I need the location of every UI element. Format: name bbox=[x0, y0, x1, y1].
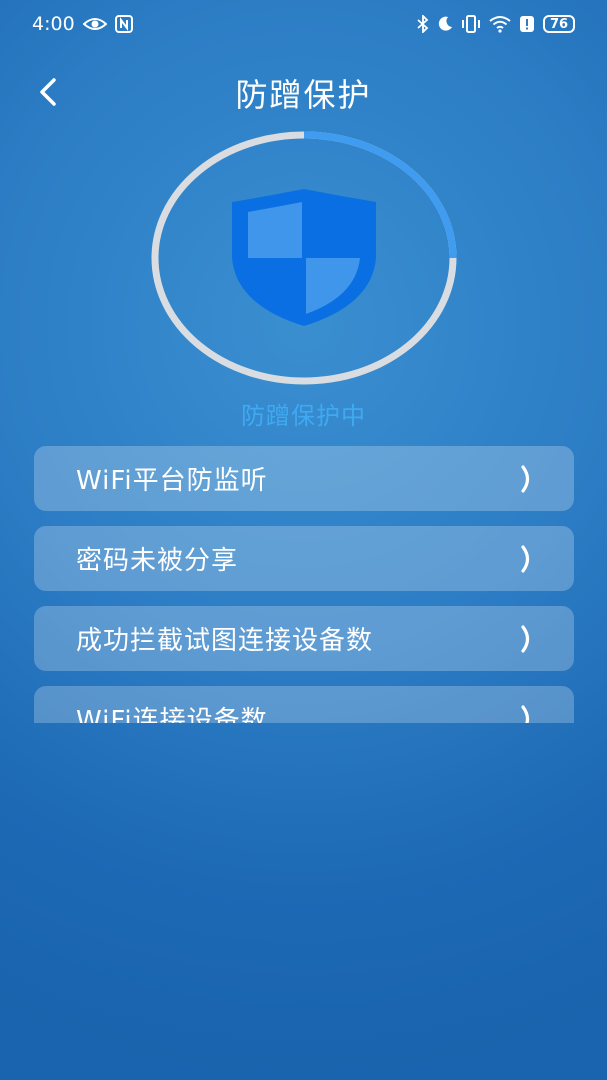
status-left: 4:00 bbox=[32, 13, 133, 35]
status-bar: 4:00 76 bbox=[0, 0, 607, 48]
chevron-right-icon bbox=[520, 464, 534, 494]
header: 防蹭保护 bbox=[0, 60, 607, 120]
status-right: 76 bbox=[417, 15, 575, 33]
list-item-wifi-anti-eavesdrop[interactable]: WiFi平台防监听 bbox=[34, 446, 574, 511]
status-time: 4:00 bbox=[32, 13, 75, 35]
bluetooth-icon bbox=[417, 15, 429, 33]
protection-ring bbox=[150, 130, 458, 386]
chevron-right-icon bbox=[520, 704, 534, 723]
page-title: 防蹭保护 bbox=[235, 76, 372, 114]
list-item-password-not-shared[interactable]: 密码未被分享 bbox=[34, 526, 574, 591]
list-item-label: 成功拦截试图连接设备数 bbox=[76, 626, 374, 656]
chevron-right-icon bbox=[520, 544, 534, 574]
list-item-label: 密码未被分享 bbox=[76, 546, 239, 576]
protection-status: 防蹭保护中 bbox=[241, 402, 366, 430]
list-item-label: WiFi连接设备数 bbox=[76, 706, 268, 723]
vibrate-icon bbox=[461, 15, 481, 33]
eye-icon bbox=[82, 16, 107, 32]
alert-icon bbox=[519, 15, 535, 33]
protection-list: WiFi平台防监听 密码未被分享 成功拦截试图连接设备数 WiFi连接设备数 bbox=[34, 446, 574, 723]
list-item-label: WiFi平台防监听 bbox=[76, 466, 268, 496]
shield-icon bbox=[232, 189, 376, 326]
wifi-icon bbox=[489, 15, 511, 33]
nfc-icon bbox=[114, 15, 133, 33]
list-item-connected-devices[interactable]: WiFi连接设备数 bbox=[34, 686, 574, 723]
battery-icon: 76 bbox=[543, 15, 575, 33]
list-item-blocked-devices[interactable]: 成功拦截试图连接设备数 bbox=[34, 606, 574, 671]
moon-icon bbox=[437, 16, 453, 32]
chevron-right-icon bbox=[520, 624, 534, 654]
